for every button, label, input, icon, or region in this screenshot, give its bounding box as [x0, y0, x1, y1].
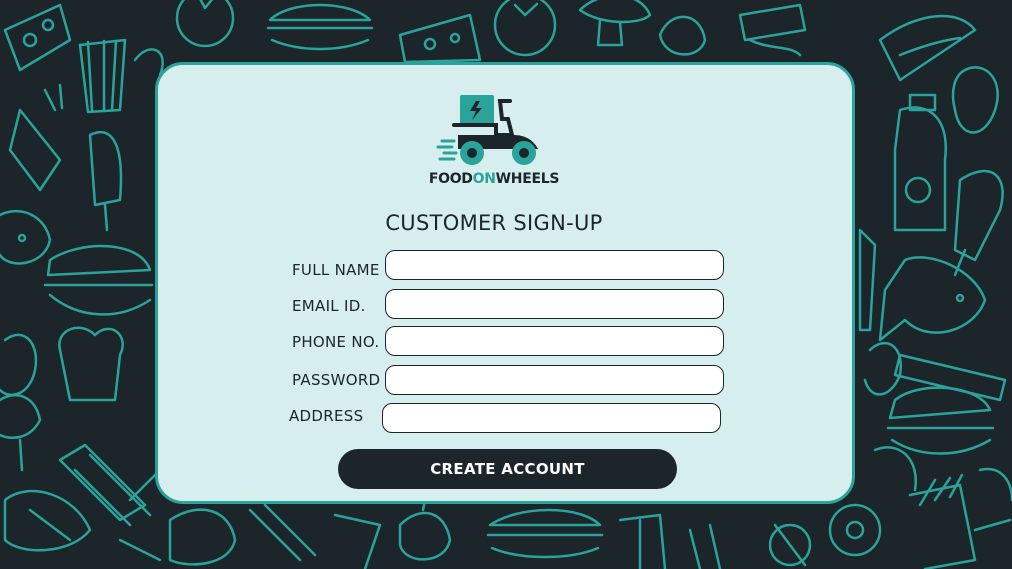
brand-name: FOODONWHEELS — [158, 171, 830, 187]
brand-name-part1: FOOD — [428, 171, 473, 187]
signup-card: FOODONWHEELS CUSTOMER SIGN-UP FULL NAME … — [155, 62, 855, 504]
full-name-label: FULL NAME — [292, 261, 380, 279]
create-account-button[interactable]: CREATE ACCOUNT — [338, 449, 677, 489]
page-title: CUSTOMER SIGN-UP — [385, 211, 603, 235]
page: FOODONWHEELS CUSTOMER SIGN-UP FULL NAME … — [0, 0, 1012, 569]
phone-input[interactable] — [385, 326, 724, 356]
address-label: ADDRESS — [289, 407, 364, 425]
full-name-input[interactable] — [385, 250, 724, 280]
brand-name-part3: WHEELS — [495, 171, 560, 187]
email-input[interactable] — [385, 289, 724, 319]
brand-name-part2: ON — [472, 171, 496, 187]
email-label: EMAIL ID. — [292, 297, 366, 315]
password-input[interactable] — [385, 365, 724, 395]
phone-label: PHONE NO. — [292, 333, 380, 351]
address-input[interactable] — [382, 403, 721, 433]
password-label: PASSWORD — [292, 371, 381, 389]
